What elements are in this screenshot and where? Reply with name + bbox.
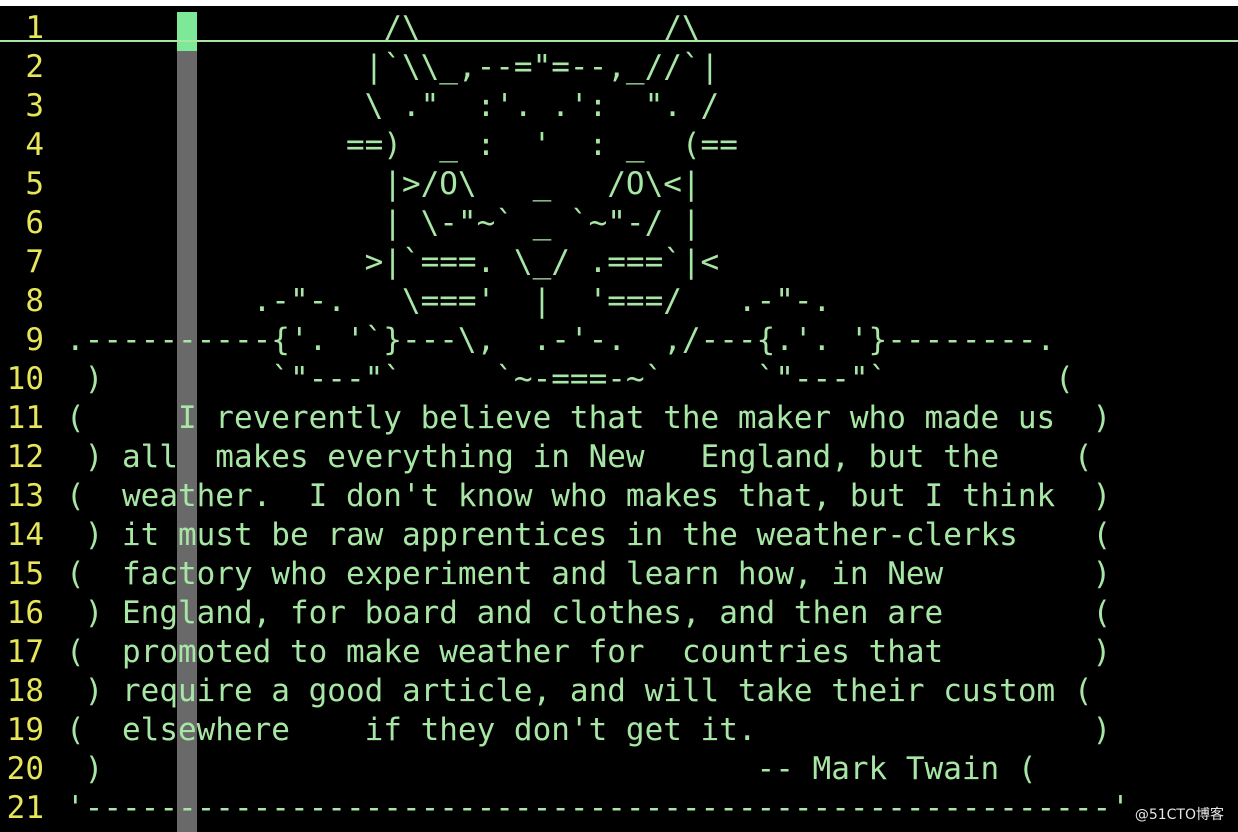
- line-number: 17: [6, 634, 44, 670]
- line-number: 9: [25, 322, 44, 358]
- editor-line[interactable]: 1 /\ /\: [0, 9, 1238, 48]
- line-number: 18: [6, 673, 44, 709]
- editor-line[interactable]: 6 | \-"~` _ `~"-/ |: [0, 204, 1238, 243]
- editor-line[interactable]: 5 |>/O\ _ /O\<|: [0, 165, 1238, 204]
- editor-line[interactable]: 3 \ ." :'. .': ". /: [0, 87, 1238, 126]
- line-number: 15: [6, 556, 44, 592]
- editor-line[interactable]: 10 ) `"---"` `~-===-~` `"---"` (: [0, 360, 1238, 399]
- editor-line[interactable]: 16 ) England, for board and clothes, and…: [0, 594, 1238, 633]
- line-text: | \-"~` _ `~"-/ |: [66, 205, 701, 241]
- editor-line[interactable]: 18 ) require a good article, and will ta…: [0, 672, 1238, 711]
- editor-line[interactable]: 12 ) all makes everything in New England…: [0, 438, 1238, 477]
- line-number: 12: [6, 439, 44, 475]
- line-number: 19: [6, 712, 44, 748]
- editor-line[interactable]: 13 ( weather. I don't know who makes that…: [0, 477, 1238, 516]
- line-number: 10: [6, 361, 44, 397]
- editor-line[interactable]: 20 ) -- Mark Twain (: [0, 750, 1238, 789]
- line-number: 21: [6, 790, 44, 826]
- line-text: ) all makes everything in New England, b…: [66, 439, 1093, 475]
- line-number: 8: [25, 283, 44, 319]
- line-text: \ ." :'. .': ". /: [66, 88, 720, 124]
- line-number: 4: [25, 127, 44, 163]
- line-number: 6: [25, 205, 44, 241]
- line-number: 20: [6, 751, 44, 787]
- editor-line[interactable]: 7 >|`===. \_/ .===`|<: [0, 243, 1238, 282]
- line-text: .----------{'. '`}---\, .-'-. ,/---{.'. …: [66, 322, 1056, 358]
- line-number: 16: [6, 595, 44, 631]
- editor-line[interactable]: 17 ( promoted to make weather for countri…: [0, 633, 1238, 672]
- line-text: ) -- Mark Twain (: [66, 751, 1037, 787]
- line-number: 7: [25, 244, 44, 280]
- editor-line[interactable]: 21 '-------------------------------------…: [0, 789, 1238, 828]
- editor-line[interactable]: 9 .----------{'. '`}---\, .-'-. ,/---{.'.…: [0, 321, 1238, 360]
- editor-line[interactable]: 15 ( factory who experiment and learn how…: [0, 555, 1238, 594]
- line-number: 13: [6, 478, 44, 514]
- line-number: 1: [25, 10, 44, 46]
- line-text: .-"-. \===' | '===/ .-"-.: [66, 283, 832, 319]
- line-text: ( promoted to make weather for countries…: [66, 634, 1112, 670]
- editor-line[interactable]: 4 ==) _ : ' : _ (==: [0, 126, 1238, 165]
- line-text: >|`===. \_/ .===`|<: [66, 244, 720, 280]
- editor-line[interactable]: 19 ( elsewhere if they don't get it. ): [0, 711, 1238, 750]
- terminal-editor[interactable]: 1 /\ /\ 2 |`\\_,--="=--,_//`| 3 \ ." :'. .…: [0, 6, 1238, 832]
- editor-line[interactable]: 2 |`\\_,--="=--,_//`|: [0, 48, 1238, 87]
- line-number: 14: [6, 517, 44, 553]
- line-text: ( factory who experiment and learn how, …: [66, 556, 1112, 592]
- line-text: ) `"---"` `~-===-~` `"---"` (: [66, 361, 1074, 397]
- line-text: ) it must be raw apprentices in the weat…: [66, 517, 1112, 553]
- line-text: ( weather. I don't know who makes that, …: [66, 478, 1112, 514]
- editor-line[interactable]: 8 .-"-. \===' | '===/ .-"-.: [0, 282, 1238, 321]
- editor-line[interactable]: 11 ( I reverently believe that the maker …: [0, 399, 1238, 438]
- line-text: |`\\_,--="=--,_//`|: [66, 49, 720, 85]
- line-text: /\ /\: [66, 10, 701, 46]
- line-text: '---------------------------------------…: [66, 790, 1130, 826]
- line-number: 11: [6, 400, 44, 436]
- line-text: |>/O\ _ /O\<|: [66, 166, 701, 202]
- line-text: ( I reverently believe that the maker wh…: [66, 400, 1112, 436]
- line-number: 2: [25, 49, 44, 85]
- line-text: ) England, for board and clothes, and th…: [66, 595, 1112, 631]
- watermark: @51CTO博客: [1134, 807, 1224, 823]
- line-text: ( elsewhere if they don't get it. ): [66, 712, 1112, 748]
- line-text: ==) _ : ' : _ (==: [66, 127, 738, 163]
- line-text: ) require a good article, and will take …: [66, 673, 1093, 709]
- editor-line[interactable]: 14 ) it must be raw apprentices in the w…: [0, 516, 1238, 555]
- line-number: 5: [25, 166, 44, 202]
- line-number: 3: [25, 88, 44, 124]
